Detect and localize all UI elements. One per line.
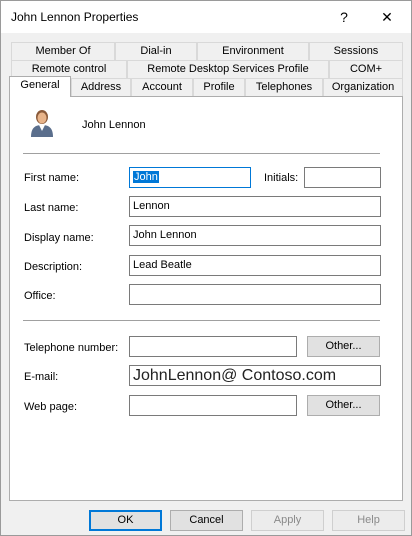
apply-button[interactable]: Apply xyxy=(251,510,324,531)
ok-button[interactable]: OK xyxy=(89,510,162,531)
close-icon[interactable]: ✕ xyxy=(377,7,397,27)
tab-rds-profile[interactable]: Remote Desktop Services Profile xyxy=(127,60,329,78)
webpage-other-button[interactable]: Other... xyxy=(307,395,380,416)
last-name-field[interactable]: Lennon xyxy=(129,196,381,217)
webpage-label: Web page: xyxy=(24,401,78,413)
window-title: John Lennon Properties xyxy=(11,10,139,24)
separator xyxy=(23,320,380,321)
tab-address[interactable]: Address xyxy=(71,78,131,96)
tab-account[interactable]: Account xyxy=(131,78,193,96)
display-name-field[interactable]: John Lennon xyxy=(129,225,381,246)
user-display-name: John Lennon xyxy=(82,119,146,131)
last-name-label: Last name: xyxy=(24,202,79,214)
office-field[interactable] xyxy=(129,284,381,305)
description-label: Description: xyxy=(24,261,83,273)
tab-com-plus[interactable]: COM+ xyxy=(329,60,403,78)
title-bar: John Lennon Properties ? ✕ xyxy=(1,1,411,33)
tab-member-of[interactable]: Member Of xyxy=(11,42,115,60)
webpage-field[interactable] xyxy=(129,395,297,416)
initials-field[interactable] xyxy=(304,167,381,188)
email-label: E-mail: xyxy=(24,371,59,383)
tab-environment[interactable]: Environment xyxy=(197,42,309,60)
telephone-label: Telephone number: xyxy=(24,342,119,354)
tab-telephones[interactable]: Telephones xyxy=(245,78,323,96)
general-panel: John Lennon First name: John Initials: L… xyxy=(9,96,403,501)
user-icon xyxy=(31,110,53,137)
tab-profile[interactable]: Profile xyxy=(193,78,245,96)
email-field[interactable]: JohnLennon@ Contoso.com xyxy=(129,365,381,386)
first-name-value: John xyxy=(133,171,159,183)
help-icon[interactable]: ? xyxy=(334,7,354,27)
cancel-button[interactable]: Cancel xyxy=(170,510,243,531)
help-button[interactable]: Help xyxy=(332,510,405,531)
initials-label: Initials: xyxy=(264,172,299,184)
tab-dial-in[interactable]: Dial-in xyxy=(115,42,197,60)
first-name-field[interactable]: John xyxy=(129,167,251,188)
display-name-label: Display name: xyxy=(24,232,94,244)
properties-dialog: John Lennon Properties ? ✕ Member Of Dia… xyxy=(0,0,412,536)
office-label: Office: xyxy=(24,290,56,302)
description-field[interactable]: Lead Beatle xyxy=(129,255,381,276)
separator xyxy=(23,153,380,154)
telephone-other-button[interactable]: Other... xyxy=(307,336,380,357)
telephone-field[interactable] xyxy=(129,336,297,357)
tab-general[interactable]: General xyxy=(9,76,71,97)
tab-organization[interactable]: Organization xyxy=(323,78,403,96)
tab-sessions[interactable]: Sessions xyxy=(309,42,403,60)
first-name-label: First name: xyxy=(24,172,80,184)
